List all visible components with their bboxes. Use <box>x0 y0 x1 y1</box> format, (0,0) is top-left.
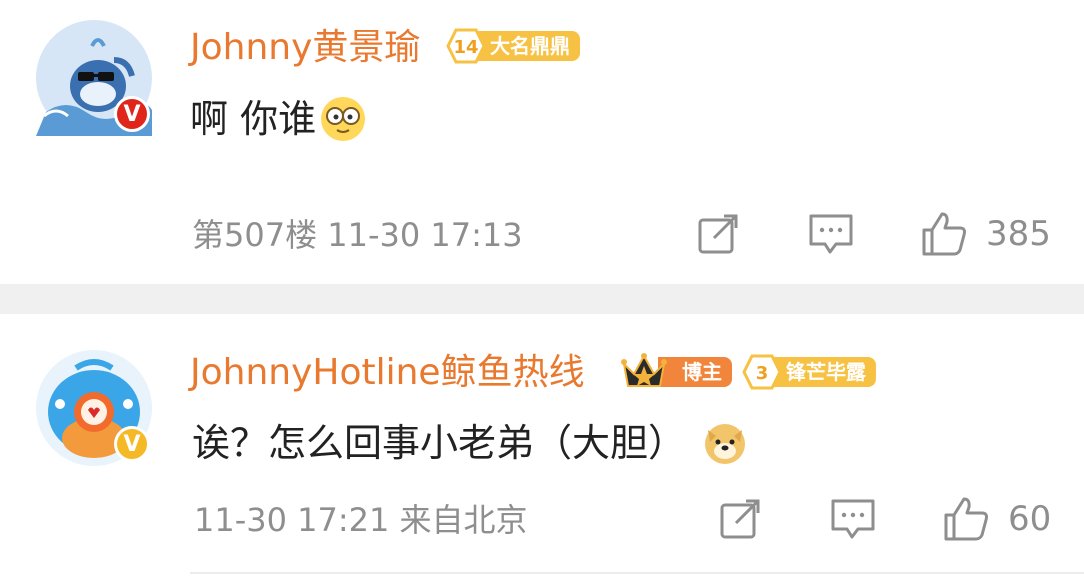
crown-icon <box>621 353 667 387</box>
timestamp-location: 11-30 17:21 来自北京 <box>194 501 528 539</box>
repost-button[interactable] <box>696 212 740 256</box>
like-button[interactable]: 60 <box>942 495 1051 543</box>
comment-text: 啊 你谁 <box>190 97 317 141</box>
thumbs-up-icon <box>922 212 966 256</box>
verified-label: V <box>123 101 141 127</box>
username[interactable]: JohnnyHotline鲸鱼热线 <box>190 353 585 393</box>
verified-badge-icon: V <box>114 426 150 462</box>
comment-icon <box>809 214 853 254</box>
thumbs-up-icon <box>944 497 988 541</box>
like-count: 60 <box>1008 499 1052 539</box>
fan-level-badge[interactable]: 3 锋芒毕露 <box>742 354 876 390</box>
role-text: 博主 <box>658 357 732 387</box>
divider-line <box>190 572 1084 574</box>
comment-text: 诶？怎么回事小老弟（大胆） <box>192 421 687 465</box>
like-button[interactable]: 385 <box>920 210 1051 258</box>
username[interactable]: Johnny黄景瑜 <box>190 28 420 68</box>
avatar[interactable]: V <box>36 350 152 466</box>
repost-icon <box>698 214 738 254</box>
reply-button[interactable] <box>830 497 876 541</box>
reply-button[interactable] <box>808 212 854 256</box>
doge-emoji-icon <box>705 424 746 464</box>
repost-button[interactable] <box>718 497 762 541</box>
comment-item: V JohnnyHotline鲸鱼热线 博主 3 锋芒毕露 诶？怎么回事小老弟（… <box>0 314 1084 579</box>
repost-icon <box>720 499 760 539</box>
level-number: 3 <box>756 363 769 384</box>
fan-level-badge[interactable]: 14 大名鼎鼎 <box>446 28 580 64</box>
verified-label: V <box>123 431 141 457</box>
glasses-face-emoji-icon <box>321 97 366 141</box>
comment-separator <box>0 284 1084 314</box>
like-count: 385 <box>986 214 1051 254</box>
floor-timestamp: 第507楼 11-30 17:13 <box>192 216 523 254</box>
comment-content: 诶？怎么回事小老弟（大胆） <box>192 420 748 466</box>
level-hexagon-icon: 3 <box>742 354 782 390</box>
avatar[interactable]: V <box>36 20 152 136</box>
comment-item: V Johnny黄景瑜 14 大名鼎鼎 啊 你谁 第507楼 11-30 17:… <box>0 0 1084 284</box>
comment-content: 啊 你谁 <box>190 94 368 144</box>
blogger-role-badge: 博主 <box>620 352 732 392</box>
level-number: 14 <box>453 37 478 58</box>
verified-badge-icon: V <box>114 96 150 132</box>
comment-icon <box>831 499 875 539</box>
level-hexagon-icon: 14 <box>446 28 486 64</box>
